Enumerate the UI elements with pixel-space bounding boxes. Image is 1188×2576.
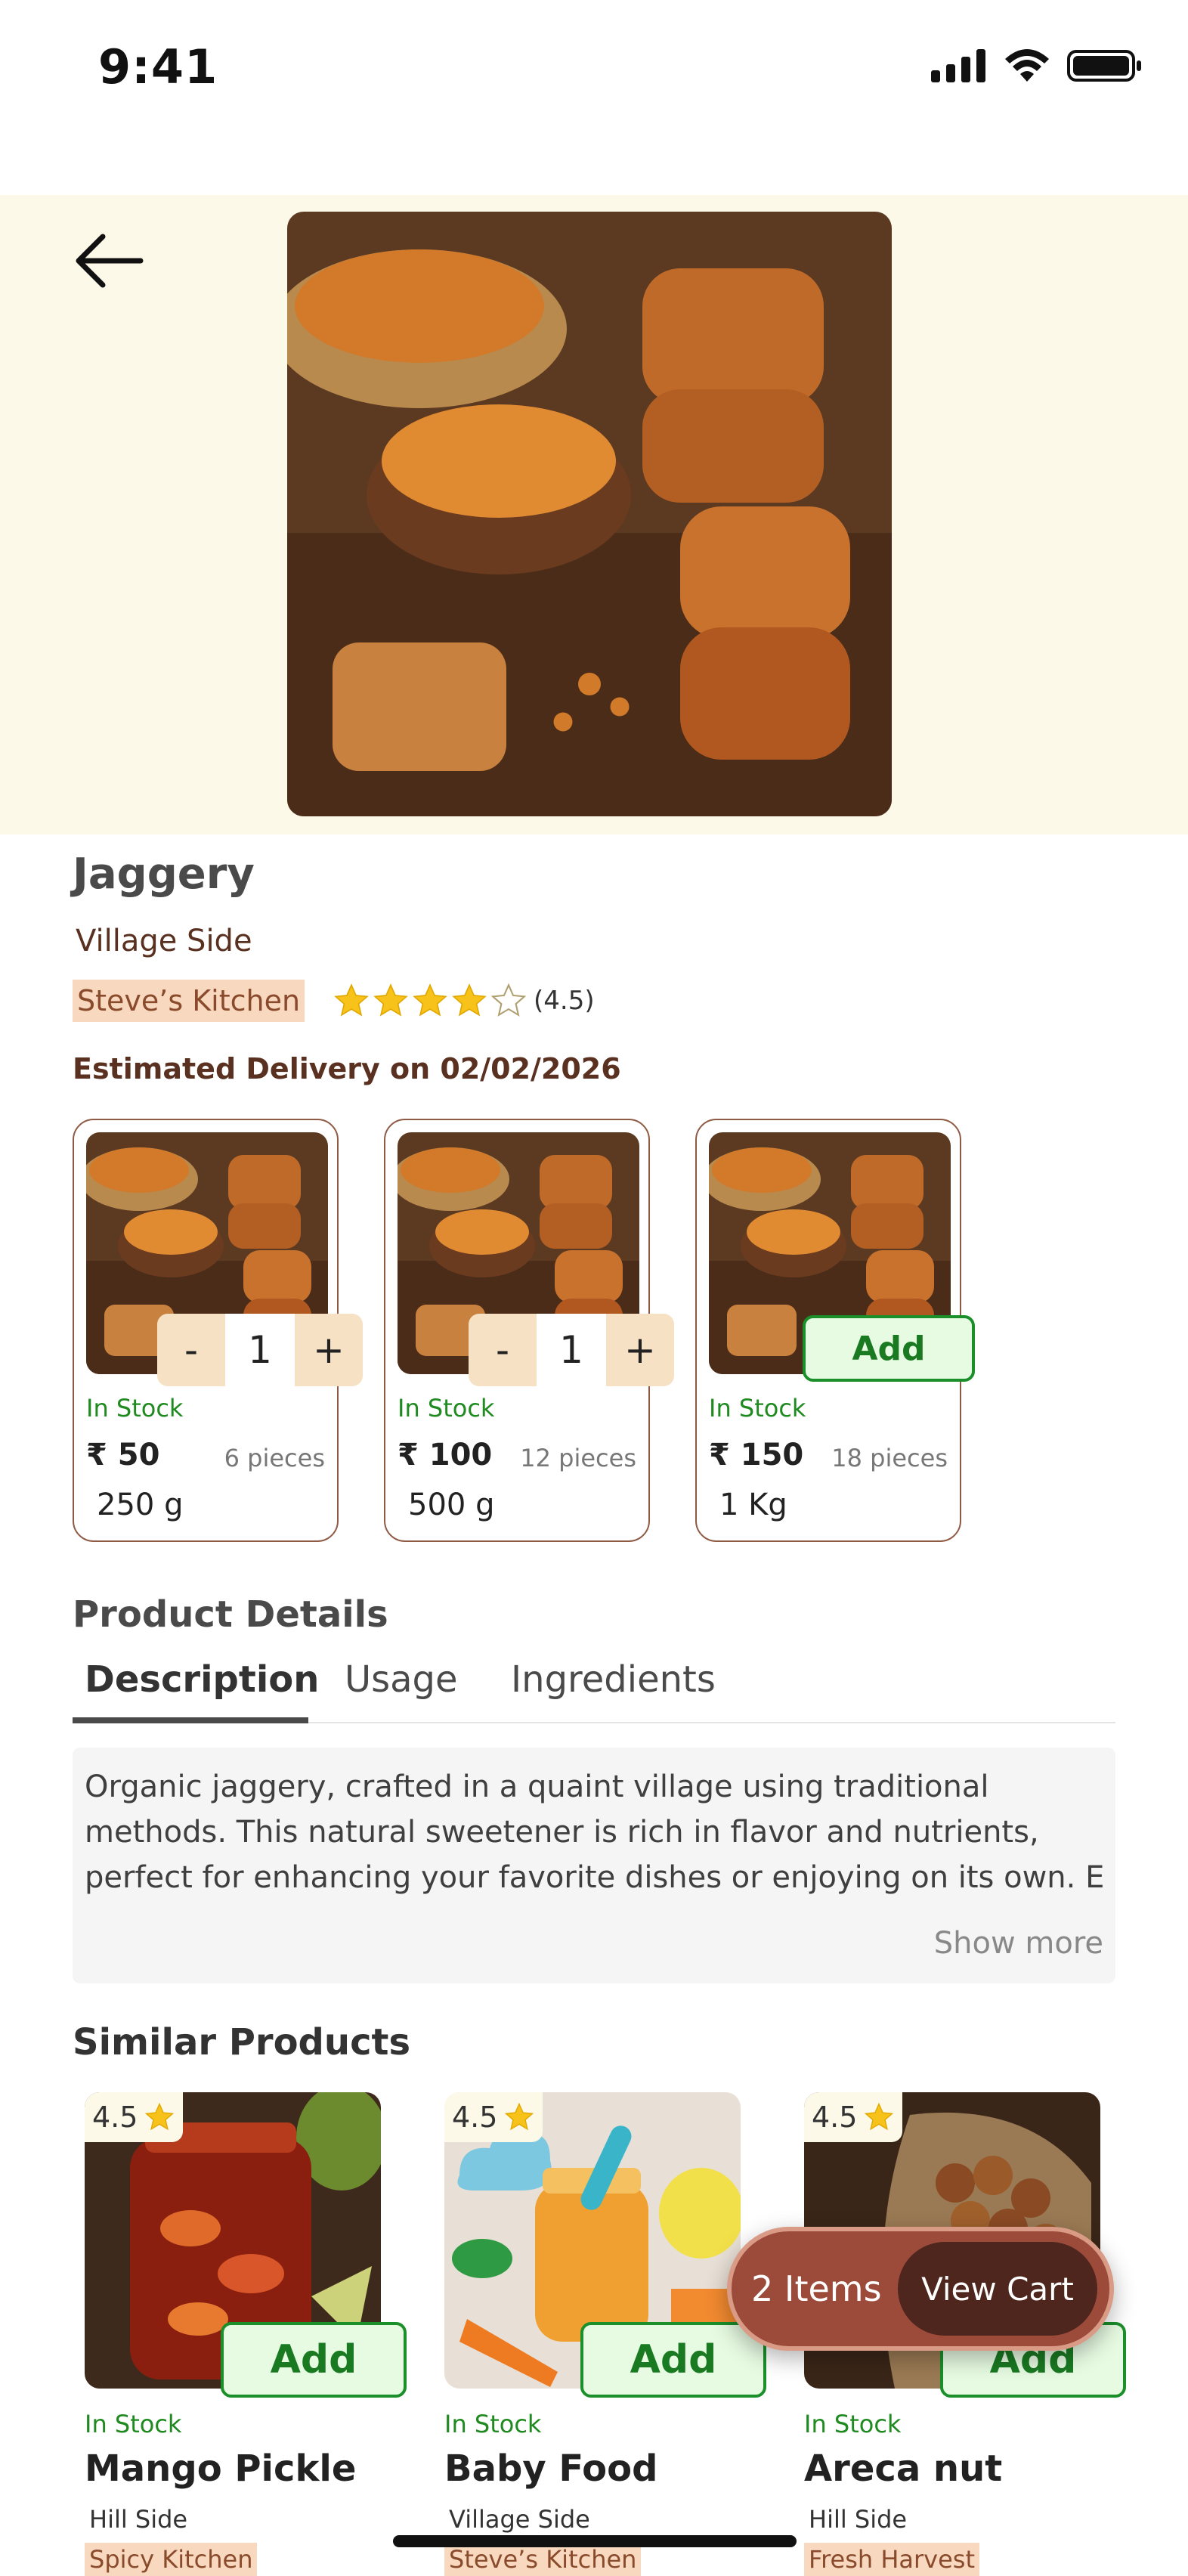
stock-status: In Stock (804, 2410, 902, 2438)
decrease-button[interactable]: - (157, 1314, 225, 1386)
seller-tag[interactable]: Spicy Kitchen (85, 2543, 258, 2576)
signal-icon (931, 49, 985, 82)
add-button[interactable]: Add (221, 2322, 407, 2398)
similar-product-origin: Hill Side (809, 2505, 908, 2534)
rating-badge: 4.5 (444, 2092, 543, 2142)
stock-status: In Stock (85, 2410, 182, 2438)
star-icon (863, 2101, 895, 2133)
quantity-stepper[interactable]: - 1 + (469, 1314, 674, 1386)
add-button[interactable]: Add (803, 1315, 975, 1382)
similar-product-name: Areca nut (804, 2448, 1003, 2490)
description-line: methods. This natural sweetener is rich … (85, 1815, 1039, 1850)
rating-badge: 4.5 (804, 2092, 902, 2142)
description-box: Organic jaggery, crafted in a quaint vil… (73, 1748, 1115, 1983)
show-more-link[interactable]: Show more (934, 1926, 1103, 1961)
product-origin: Village Side (76, 924, 252, 958)
rating-value: 4.5 (812, 2101, 858, 2134)
rating-badge: 4.5 (85, 2092, 183, 2142)
star-icon (503, 2101, 535, 2133)
variant-pieces: 6 pieces (224, 1444, 325, 1472)
cart-summary[interactable]: 2 Items View Cart (727, 2227, 1114, 2351)
quantity-value: 1 (537, 1314, 606, 1386)
description-text: Organic jaggery, crafted in a quaint vil… (85, 1764, 1105, 1900)
increase-button[interactable]: + (295, 1314, 363, 1386)
description-line: perfect for enhancing your favorite dish… (85, 1860, 1105, 1895)
stock-status: In Stock (86, 1394, 184, 1423)
view-cart-button[interactable]: View Cart (898, 2242, 1097, 2336)
cart-item-count: 2 Items (751, 2268, 882, 2309)
rating-value: 4.5 (452, 2101, 498, 2134)
similar-product-card[interactable]: 4.5 Add In Stock Mango Pickle Hill Side … (73, 2091, 407, 2576)
variant-price: ₹ 150 (709, 1438, 804, 1472)
star-icon (450, 982, 488, 1020)
variant-pieces: 18 pieces (831, 1444, 948, 1472)
back-button[interactable] (68, 227, 151, 295)
active-tab-indicator (73, 1717, 308, 1723)
tab-ingredients[interactable]: Ingredients (511, 1658, 716, 1701)
add-button[interactable]: Add (580, 2322, 766, 2398)
quantity-stepper[interactable]: - 1 + (157, 1314, 363, 1386)
delivery-estimate: Estimated Delivery on 02/02/2026 (73, 1052, 621, 1085)
status-time: 9:41 (98, 39, 218, 94)
increase-button[interactable]: + (606, 1314, 674, 1386)
rating-count: (4.5) (534, 986, 595, 1016)
status-icons (931, 48, 1143, 83)
similar-product-origin: Village Side (449, 2505, 590, 2534)
wifi-icon (1005, 49, 1049, 82)
variant-pieces: 12 pieces (520, 1444, 636, 1472)
decrease-button[interactable]: - (469, 1314, 537, 1386)
variant-price: ₹ 100 (398, 1438, 493, 1472)
similar-product-card[interactable]: 4.5 Add In Stock Baby Food Village Side … (432, 2091, 766, 2576)
variant-card[interactable]: - 1 + In Stock ₹ 50 6 pieces 250 g (73, 1119, 363, 1542)
star-outline-icon (490, 983, 527, 1017)
star-icon (372, 982, 410, 1020)
description-line: Organic jaggery, crafted in a quaint vil… (85, 1769, 989, 1804)
tab-description[interactable]: Description (85, 1658, 319, 1701)
hero-section (0, 195, 1188, 834)
variant-weight: 1 Kg (719, 1488, 787, 1522)
star-icon (411, 982, 449, 1020)
similar-product-name: Mango Pickle (85, 2448, 357, 2490)
similar-products-heading: Similar Products (73, 2021, 411, 2064)
similar-product-origin: Hill Side (89, 2505, 188, 2534)
variant-price: ₹ 50 (86, 1438, 160, 1472)
seller-tag[interactable]: Fresh Harvest (804, 2543, 980, 2576)
variant-card[interactable]: Add In Stock ₹ 150 18 pieces 1 Kg (695, 1119, 975, 1542)
seller-tag[interactable]: Steve’s Kitchen (444, 2543, 642, 2576)
back-arrow-icon (76, 234, 144, 288)
product-details-heading: Product Details (73, 1593, 388, 1636)
details-tabs: Description Usage Ingredients (73, 1652, 1115, 1723)
seller-tag[interactable]: Steve’s Kitchen (73, 980, 305, 1022)
rating-stars: (4.5) (333, 980, 595, 1022)
stock-status: In Stock (398, 1394, 495, 1423)
tab-usage[interactable]: Usage (345, 1658, 458, 1701)
product-title: Jaggery (73, 850, 255, 899)
variant-card[interactable]: - 1 + In Stock ₹ 100 12 pieces 500 g (384, 1119, 674, 1542)
home-indicator (393, 2535, 797, 2547)
similar-product-name: Baby Food (444, 2448, 658, 2490)
star-icon (144, 2101, 175, 2133)
star-icon (333, 982, 370, 1020)
variant-weight: 250 g (97, 1488, 184, 1522)
stock-status: In Stock (444, 2410, 542, 2438)
quantity-value: 1 (225, 1314, 295, 1386)
variant-weight: 500 g (408, 1488, 495, 1522)
product-image (287, 212, 892, 816)
rating-value: 4.5 (92, 2101, 138, 2134)
battery-icon (1067, 50, 1141, 82)
status-bar: 9:41 (0, 0, 1188, 136)
stock-status: In Stock (709, 1394, 806, 1423)
